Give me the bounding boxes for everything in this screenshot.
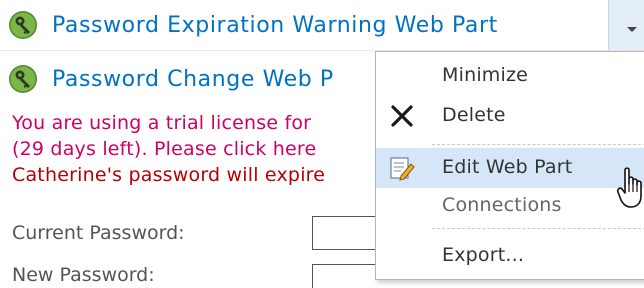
password-expire-message: Catherine's password will expire (12, 164, 326, 186)
menu-item-edit-web-part[interactable]: Edit Web Part (376, 148, 644, 188)
key-icon (9, 65, 37, 93)
current-password-label: Current Password: (12, 222, 185, 244)
trial-license-message-line2[interactable]: (29 days left). Please click here (12, 138, 316, 160)
menu-item-connections[interactable]: Connections (376, 186, 644, 226)
trial-license-message-line1: You are using a trial license for (12, 112, 312, 134)
menu-item-export[interactable]: Export... (376, 236, 644, 276)
menu-separator (432, 144, 644, 145)
chevron-down-icon[interactable] (627, 27, 637, 32)
expiration-webpart-title[interactable]: Password Expiration Warning Web Part (52, 13, 498, 38)
change-webpart-title[interactable]: Password Change Web P (52, 67, 334, 92)
menu-item-delete[interactable]: Delete (376, 96, 644, 136)
edit-pencil-icon (390, 157, 415, 181)
delete-x-icon (391, 105, 413, 127)
menu-separator (432, 228, 644, 229)
menu-item-label: Delete (442, 104, 506, 126)
webpart-context-menu: Minimize Delete Edit Web Part Connection… (375, 51, 644, 280)
menu-item-label: Export... (442, 244, 525, 266)
key-icon (9, 11, 37, 39)
menu-item-label: Minimize (442, 64, 529, 86)
new-password-label: New Password: (12, 264, 155, 286)
sharepoint-page: Password Expiration Warning Web Part Pas… (0, 0, 644, 288)
expiration-webpart-title-row[interactable]: Password Expiration Warning Web Part (8, 7, 498, 43)
webpart-menu-button[interactable] (608, 0, 644, 50)
menu-item-minimize[interactable]: Minimize (376, 56, 644, 96)
menu-item-label: Connections (442, 194, 562, 216)
change-webpart-title-row[interactable]: Password Change Web P (8, 61, 334, 97)
menu-item-label: Edit Web Part (442, 156, 573, 178)
hand-cursor-icon (617, 167, 642, 208)
